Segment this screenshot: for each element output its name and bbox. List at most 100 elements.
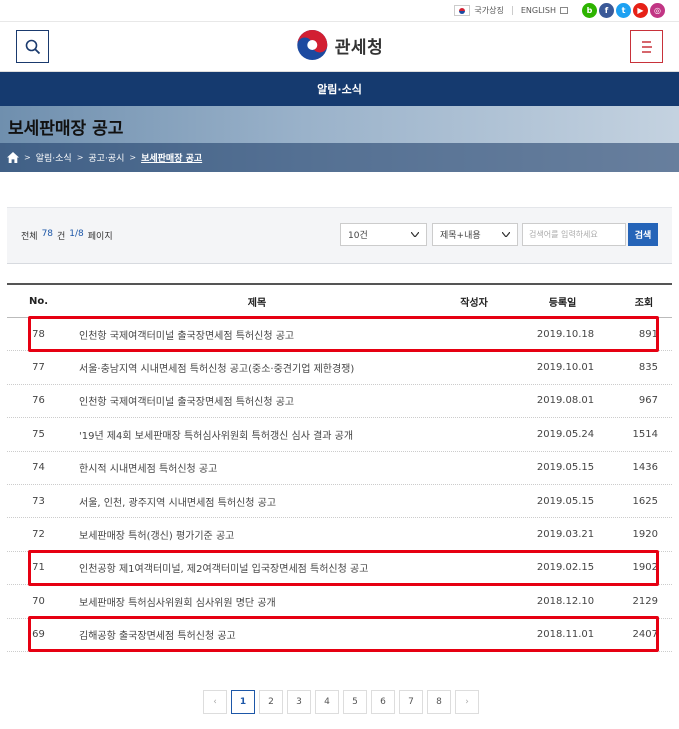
highlight-box (28, 616, 659, 652)
row-date: 2019.05.15 (536, 495, 595, 507)
table-body: 78 인천항 국제여객터미널 출국장면세점 특허신청 공고 2019.10.18 89… (7, 318, 672, 652)
page-number-button[interactable]: 2 (259, 690, 283, 714)
instagram-icon[interactable]: ◎ (650, 3, 665, 18)
breadcrumb-separator: > (129, 153, 137, 162)
table-row: 77 서울·충남지역 시내면세점 특허신청 공고(중소·중견기업 제한경쟁) 201… (7, 351, 672, 385)
table-row: 76 인천항 국제여객터미널 출국장면세점 특허신청 공고 2019.08.01 96… (7, 385, 672, 419)
row-number: 77 (32, 362, 45, 374)
english-link[interactable]: ENGLISH (521, 6, 568, 15)
page-label: 페이지 (87, 232, 113, 242)
row-views: 2129 (632, 595, 658, 607)
table-row: 75 '19년 제4회 보세판매장 특허심사위원회 특허갱신 심사 결과 공개 20… (7, 418, 672, 452)
search-button[interactable] (16, 30, 49, 63)
korea-government-emblem-icon (296, 30, 327, 60)
page-number-button[interactable]: 6 (371, 690, 395, 714)
menu-button[interactable] (630, 30, 663, 63)
count-unit: 건 (57, 232, 66, 242)
utility-bar: 국가상징 ENGLISH b f t ▶ ◎ (0, 0, 679, 22)
breadcrumb-item[interactable]: 공고·공시 (88, 151, 124, 164)
breadcrumb-separator: > (76, 153, 84, 162)
row-views: 835 (638, 362, 658, 374)
search-icon (25, 39, 40, 54)
per-page-select[interactable]: 10건 (340, 223, 427, 246)
row-views: 1920 (632, 529, 658, 541)
table-row: 70 보세판매장 특허심사위원회 심사위원 명단 공개 2018.12.10 2129 (7, 585, 672, 619)
row-date: 2019.05.15 (536, 462, 595, 474)
breadcrumb: > 알림·소식 > 공고·공시 > 보세판매장 공고 (0, 143, 679, 172)
per-page-value: 10건 (348, 231, 368, 241)
total-count: 78 (41, 229, 54, 239)
pagination: ‹ 1 2 3 4 5 6 7 8 › (203, 690, 479, 714)
chevron-down-icon (502, 232, 510, 237)
total-count-summary: 전체 78 건 1/8 페이지 (21, 229, 113, 242)
row-number: 75 (32, 428, 45, 440)
row-title-link[interactable]: 인천항 국제여객터미널 출국장면세점 특허신청 공고 (75, 393, 439, 408)
table-row: 73 서울, 인천, 광주지역 시내면세점 특허신청 공고 2019.05.15 16… (7, 485, 672, 519)
site-header: 관세청 (0, 22, 679, 72)
english-label: ENGLISH (520, 6, 556, 15)
page-number-button[interactable]: 4 (315, 690, 339, 714)
row-views: 967 (638, 395, 658, 407)
column-header-author: 작성자 (460, 297, 488, 309)
column-header-date: 등록일 (548, 297, 577, 309)
row-title-link[interactable]: 보세판매장 특허(갱신) 평가기준 공고 (75, 527, 439, 542)
row-title-link[interactable]: 서울·충남지역 시내면세점 특허신청 공고(중소·중견기업 제한경쟁) (75, 360, 439, 375)
row-date: 2019.08.01 (536, 395, 595, 407)
column-header-no: No. (28, 295, 49, 307)
external-link-icon (560, 7, 568, 14)
row-number: 70 (32, 595, 45, 607)
board-search-panel: 전체 78 건 1/8 페이지 10건 제목+내용 검색 (7, 207, 672, 264)
row-date: 2019.10.01 (536, 362, 595, 374)
row-views: 1514 (632, 428, 658, 440)
page-number-button[interactable]: 7 (399, 690, 423, 714)
prev-page-button[interactable]: ‹ (203, 690, 227, 714)
row-date: 2019.05.24 (536, 428, 595, 440)
highlight-box (28, 550, 659, 586)
social-links: b f t ▶ ◎ (582, 3, 665, 18)
divider (511, 6, 513, 15)
search-field-select[interactable]: 제목+내용 (432, 223, 518, 246)
korea-flag-icon (454, 5, 471, 16)
hamburger-menu-icon (641, 40, 652, 53)
row-number: 72 (32, 529, 45, 541)
search-submit-button[interactable]: 검색 (628, 223, 658, 246)
page-title-banner: 보세판매장 공고 > 알림·소식 > 공고·공시 > 보세판매장 공고 (0, 106, 679, 172)
youtube-icon[interactable]: ▶ (633, 3, 648, 18)
page-number-button[interactable]: 3 (287, 690, 311, 714)
page-title: 보세판매장 공고 (8, 119, 124, 139)
row-title-link[interactable]: 서울, 인천, 광주지역 시내면세점 특허신청 공고 (75, 494, 439, 509)
row-title-link[interactable]: '19년 제4회 보세판매장 특허심사위원회 특허갱신 심사 결과 공개 (75, 427, 439, 442)
home-icon[interactable] (7, 152, 19, 163)
row-views: 1436 (632, 462, 658, 474)
national-symbols-label: 국가상징 (474, 6, 504, 15)
column-header-views: 조회 (634, 297, 654, 309)
row-title-link[interactable]: 보세판매장 특허심사위원회 심사위원 명단 공개 (75, 594, 439, 609)
row-date: 2018.12.10 (536, 595, 595, 607)
row-number: 76 (32, 395, 45, 407)
next-page-button[interactable]: › (455, 690, 479, 714)
page-number-button[interactable]: 1 (231, 690, 255, 714)
search-keyword-input[interactable] (522, 223, 626, 246)
facebook-icon[interactable]: f (599, 3, 614, 18)
blog-icon[interactable]: b (582, 3, 597, 18)
national-symbols-link[interactable]: 국가상징 (454, 5, 504, 16)
section-title[interactable]: 알림·소식 (317, 81, 362, 97)
page-number-button[interactable]: 8 (427, 690, 451, 714)
row-number: 74 (32, 462, 45, 474)
total-label: 전체 (21, 232, 38, 242)
row-title-link[interactable]: 한시적 시내면세점 특허신청 공고 (75, 460, 439, 475)
page-info: 1/8 (69, 229, 84, 239)
table-row: 72 보세판매장 특허(갱신) 평가기준 공고 2019.03.21 1920 (7, 518, 672, 552)
table-row: 74 한시적 시내면세점 특허신청 공고 2019.05.15 1436 (7, 452, 672, 485)
breadcrumb-item[interactable]: 알림·소식 (36, 151, 72, 164)
section-nav-bar: 알림·소식 (0, 72, 679, 106)
search-field-value: 제목+내용 (440, 231, 481, 241)
twitter-icon[interactable]: t (616, 3, 631, 18)
page-number-button[interactable]: 5 (343, 690, 367, 714)
column-header-title: 제목 (247, 297, 267, 309)
breadcrumb-current[interactable]: 보세판매장 공고 (141, 151, 202, 164)
row-number: 73 (32, 495, 45, 507)
site-logo[interactable]: 관세청 (296, 29, 383, 61)
row-date: 2019.03.21 (536, 529, 595, 541)
chevron-down-icon (411, 232, 419, 237)
